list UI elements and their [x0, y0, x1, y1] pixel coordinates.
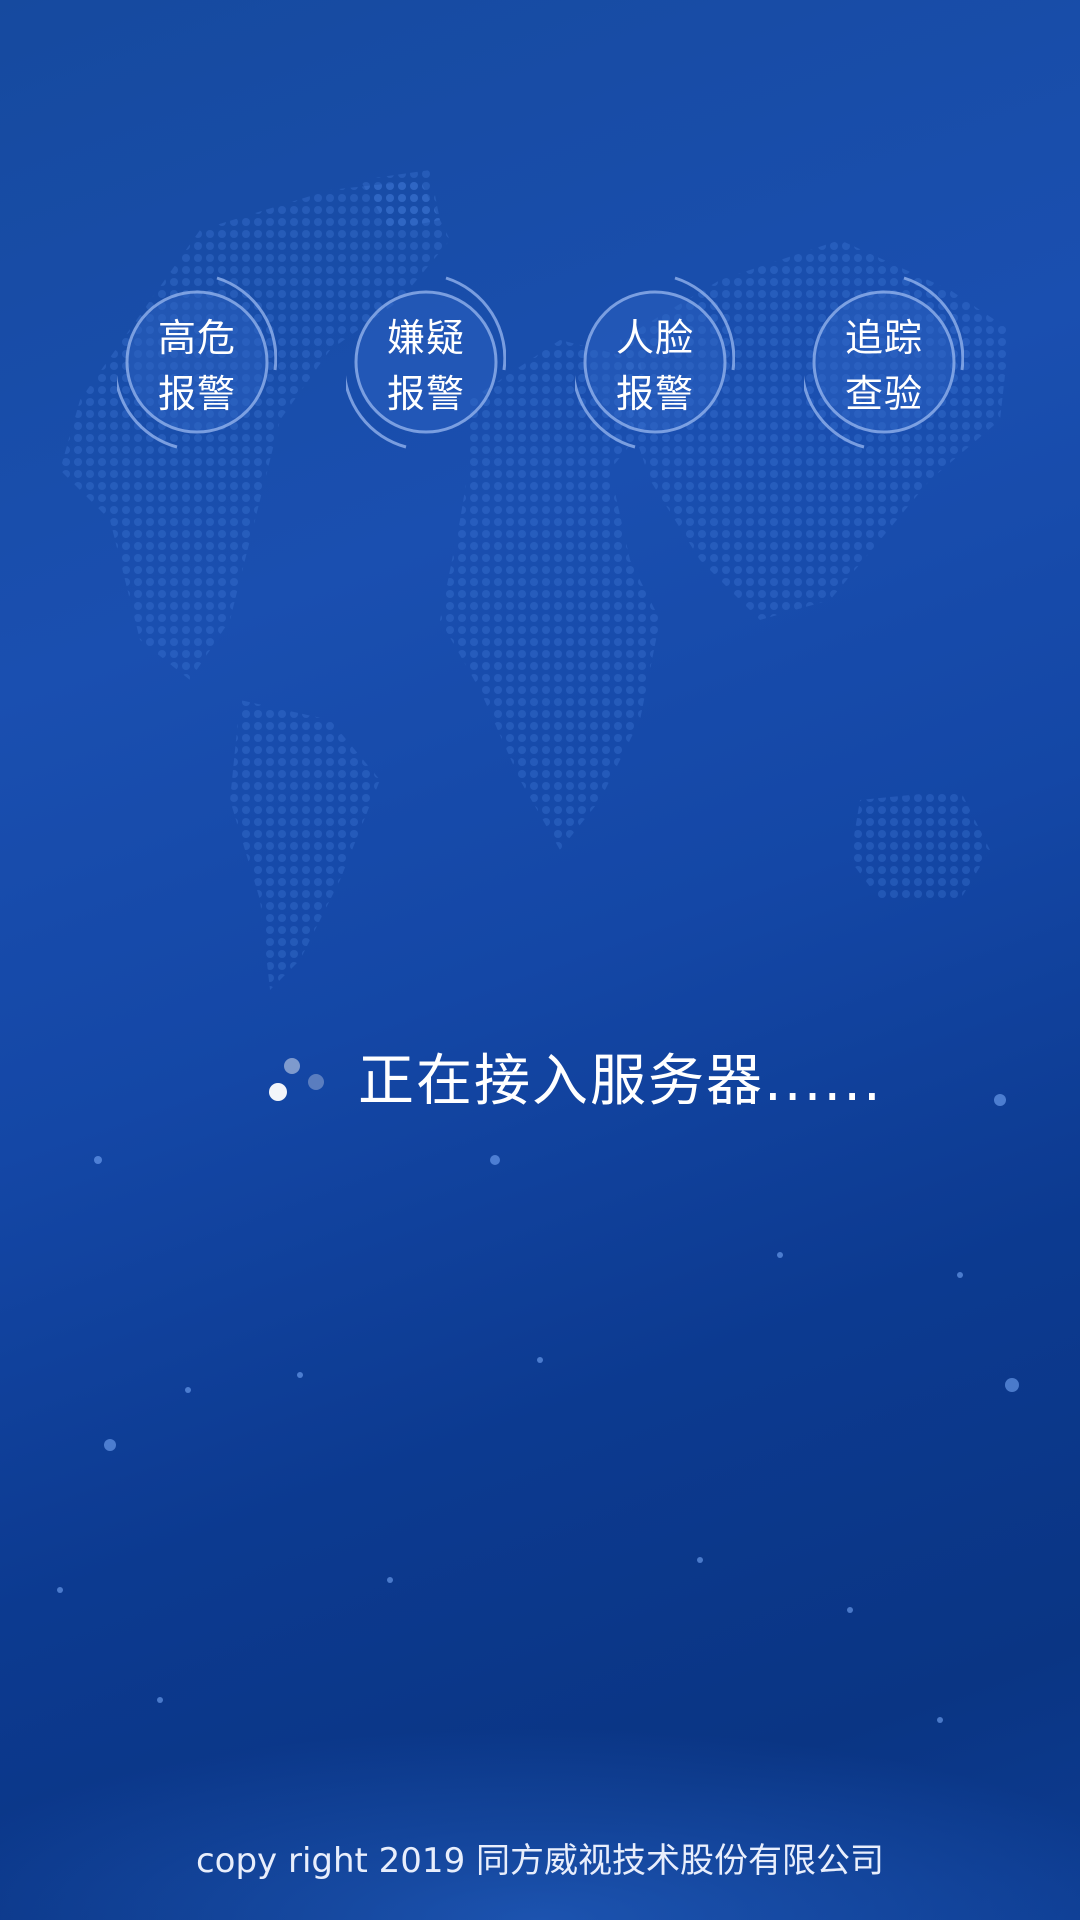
feature-label-line2: 报警	[157, 372, 236, 416]
feature-label-line2: 报警	[386, 372, 465, 416]
feature-label-line1: 嫌疑	[386, 316, 465, 360]
copyright-footer: copy right 2019 同方威视技术股份有限公司	[195, 1841, 885, 1881]
loading-status-text: 正在接入服务器......	[358, 1049, 883, 1114]
feature-label-line2: 报警	[615, 372, 694, 416]
feature-suspect-alarm: 嫌疑 报警	[346, 270, 506, 455]
feature-badges: 高危 报警 嫌疑 报警 人脸 报警 追踪 查验	[0, 270, 1080, 470]
feature-label-line1: 人脸	[615, 316, 694, 360]
loading-indicator: 正在接入服务器......	[262, 1040, 882, 1130]
feature-label-line2: 查验	[844, 372, 923, 416]
feature-label-line1: 高危	[157, 316, 236, 360]
feature-face-alarm: 人脸 报警	[575, 270, 735, 455]
feature-label-line1: 追踪	[844, 316, 923, 360]
feature-tracking-inspection: 追踪 查验	[804, 270, 964, 455]
loading-spinner-icon	[269, 1058, 324, 1101]
feature-high-risk-alarm: 高危 报警	[117, 270, 277, 455]
